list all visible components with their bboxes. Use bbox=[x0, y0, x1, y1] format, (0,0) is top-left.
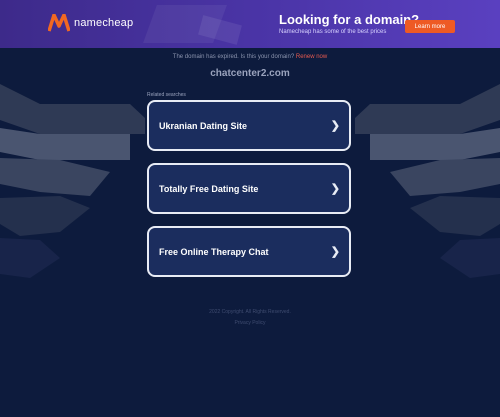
link-label: Totally Free Dating Site bbox=[159, 183, 259, 194]
namecheap-banner[interactable]: namecheap Looking for a domain? Namechea… bbox=[0, 0, 500, 48]
chevron-right-icon: ❯ bbox=[330, 246, 340, 258]
link-label: Ukranian Dating Site bbox=[159, 120, 248, 131]
link-label: Free Online Therapy Chat bbox=[159, 246, 269, 257]
renew-now-link[interactable]: Renew now bbox=[296, 54, 327, 60]
promo-title: Looking for a domain? bbox=[279, 12, 420, 27]
chevron-right-icon: ❯ bbox=[330, 183, 340, 195]
related-link-3[interactable]: Free Online Therapy Chat ❯ bbox=[147, 226, 351, 277]
related-link-1[interactable]: Ukranian Dating Site ❯ bbox=[147, 100, 351, 151]
logo-text: namecheap bbox=[74, 17, 134, 29]
expired-notice: The domain has expired. Is this your dom… bbox=[0, 54, 500, 60]
notice-text: The domain has expired. Is this your dom… bbox=[172, 54, 295, 60]
copyright-text: 2022 Copyright. All Rights Reserved. bbox=[209, 309, 291, 315]
namecheap-logo[interactable]: namecheap bbox=[48, 14, 133, 32]
learn-more-button[interactable]: Learn more bbox=[405, 20, 455, 33]
namecheap-logo-icon bbox=[48, 14, 70, 32]
privacy-policy-link[interactable]: Privacy Policy bbox=[0, 320, 500, 326]
related-link-2[interactable]: Totally Free Dating Site ❯ bbox=[147, 163, 351, 214]
domain-title: chatcenter2.com bbox=[210, 68, 290, 79]
chevron-right-icon: ❯ bbox=[330, 120, 340, 132]
related-searches-label: Related searches bbox=[147, 92, 186, 98]
promo-subtitle: Namecheap has some of the best prices bbox=[279, 29, 387, 35]
